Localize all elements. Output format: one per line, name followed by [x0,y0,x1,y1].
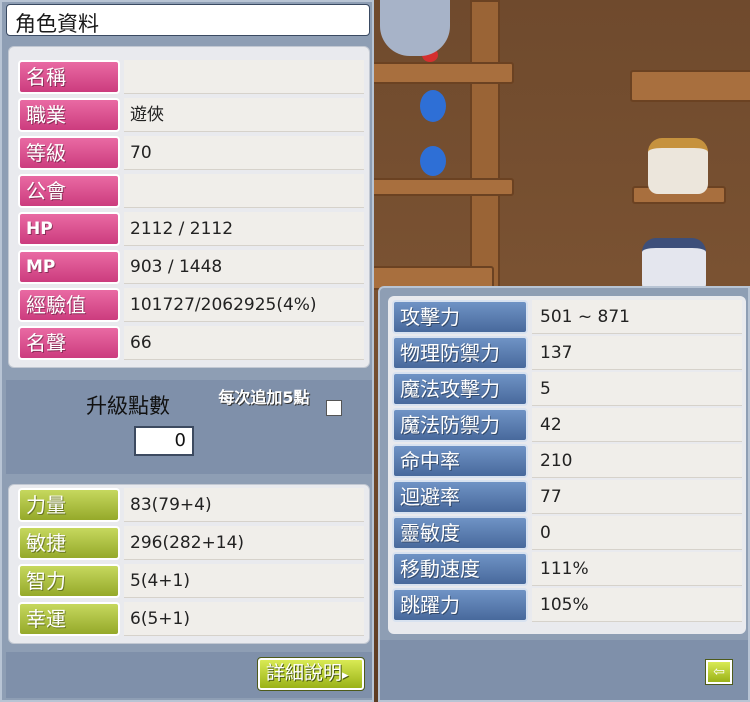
job-label: 職業 [18,98,120,132]
dex-value: 296(282+14) [124,526,364,560]
profile-row-name: 名稱 [18,60,364,94]
stat-row-str: 力量 83(79+4) [18,488,364,522]
guild-label: 公會 [18,174,120,208]
detail-button[interactable]: 詳細說明▸ [257,657,365,691]
magic-atk-value: 5 [532,372,742,406]
luk-label: 幸運 [18,602,120,636]
phys-def-label: 物理防禦力 [392,336,528,370]
chevron-right-icon: ▸ [342,668,349,683]
profile-row-hp: HP 2112 / 2112 [18,212,364,246]
character-info-window: 角色資料 名稱 職業 遊俠 等級 70 公會 HP 2112 / 2112 MP… [0,0,374,702]
detail-row-jump: 跳躍力 105% [392,588,742,622]
profile-row-level: 等級 70 [18,136,364,170]
attack-value: 501 ~ 871 [532,300,742,334]
detail-button-label: 詳細說明 [266,662,343,684]
mp-value: 903 / 1448 [124,250,364,284]
accuracy-value: 210 [532,444,742,478]
profile-row-guild: 公會 [18,174,364,208]
window-title-bar[interactable]: 角色資料 [6,4,370,36]
blue-potion [420,90,446,122]
blue-potion [420,146,446,176]
detail-row-phys-def: 物理防禦力 137 [392,336,742,370]
hp-label: HP [18,212,120,246]
magic-def-label: 魔法防禦力 [392,408,528,442]
accuracy-label: 命中率 [392,444,528,478]
add-five-label: 每次追加5點 [218,388,310,407]
str-label: 力量 [18,488,120,522]
detail-row-accuracy: 命中率 210 [392,444,742,478]
right-footer [380,640,748,700]
detail-row-magic-atk: 魔法攻擊力 5 [392,372,742,406]
shelf-post [470,0,500,294]
profile-row-exp: 經驗值 101727/2062925(4%) [18,288,364,322]
detail-stats-window: 攻擊力 501 ~ 871 物理防禦力 137 魔法攻擊力 5 魔法防禦力 42… [378,286,750,702]
level-value: 70 [124,136,364,170]
stat-row-int: 智力 5(4+1) [18,564,364,598]
profile-row-job: 職業 遊俠 [18,98,364,132]
profile-row-fame: 名聲 66 [18,326,364,360]
attack-label: 攻擊力 [392,300,528,334]
name-value [124,60,364,94]
shelf [630,70,750,102]
str-value: 83(79+4) [124,488,364,522]
add-five-checkbox[interactable] [326,400,342,416]
profile-row-mp: MP 903 / 1448 [18,250,364,284]
exp-value: 101727/2062925(4%) [124,288,364,322]
avoid-label: 迴避率 [392,480,528,514]
job-value: 遊俠 [124,98,364,132]
magic-def-value: 42 [532,408,742,442]
luk-value: 6(5+1) [124,602,364,636]
detail-row-avoid: 迴避率 77 [392,480,742,514]
hp-value: 2112 / 2112 [124,212,364,246]
speed-value: 111% [532,552,742,586]
ability-points-label: 升級點數 [86,394,170,418]
stat-row-luk: 幸運 6(5+1) [18,602,364,636]
mp-label: MP [18,250,120,284]
shelf [370,62,514,84]
dex-label: 敏捷 [18,526,120,560]
avoid-value: 77 [532,480,742,514]
speed-label: 移動速度 [392,552,528,586]
agility-label: 靈敏度 [392,516,528,550]
window-title: 角色資料 [15,12,99,36]
ability-points-value: 0 [134,426,194,456]
agility-value: 0 [532,516,742,550]
jump-label: 跳躍力 [392,588,528,622]
fame-value: 66 [124,326,364,360]
name-label: 名稱 [18,60,120,94]
detail-row-agility: 靈敏度 0 [392,516,742,550]
fame-label: 名聲 [18,326,120,360]
jump-value: 105% [532,588,742,622]
int-value: 5(4+1) [124,564,364,598]
detail-row-speed: 移動速度 111% [392,552,742,586]
sack [380,0,450,56]
magic-atk-label: 魔法攻擊力 [392,372,528,406]
phys-def-value: 137 [532,336,742,370]
stat-row-dex: 敏捷 296(282+14) [18,526,364,560]
detail-row-magic-def: 魔法防禦力 42 [392,408,742,442]
level-label: 等級 [18,136,120,170]
shelf [370,178,514,196]
guild-value [124,174,364,208]
exp-label: 經驗值 [18,288,120,322]
detail-row-attack: 攻擊力 501 ~ 871 [392,300,742,334]
arrow-left-icon[interactable]: ⇦ [705,659,733,685]
int-label: 智力 [18,564,120,598]
honey-jar [648,138,708,194]
